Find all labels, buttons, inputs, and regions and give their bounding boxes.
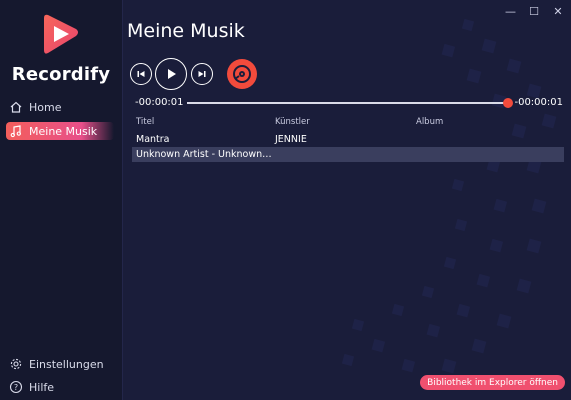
sidebar-item-meine-musik[interactable]: Meine Musik <box>6 122 114 140</box>
vinyl-record-icon <box>233 65 251 83</box>
maximize-button[interactable]: ☐ <box>529 5 539 18</box>
window-controls: — ☐ ✕ <box>505 5 563 18</box>
skip-forward-icon <box>198 71 206 77</box>
sidebar-item-label: Hilfe <box>29 380 55 394</box>
table-row[interactable]: Mantra JENNIE <box>132 132 564 147</box>
cell-title: Mantra <box>136 134 170 145</box>
table-row-selected[interactable]: Unknown Artist - Unknown… <box>132 147 564 162</box>
sidebar-item-label: Einstellungen <box>29 357 104 371</box>
sidebar-item-home[interactable]: Home <box>6 98 114 116</box>
app-name: Recordify <box>11 64 111 85</box>
play-icon <box>168 69 176 79</box>
minimize-button[interactable]: — <box>505 5 516 18</box>
app-logo-icon <box>38 12 82 56</box>
skip-back-icon <box>137 71 145 77</box>
close-button[interactable]: ✕ <box>553 5 563 18</box>
column-header-artist[interactable]: Künstler <box>275 117 310 127</box>
column-header-title[interactable]: Titel <box>136 117 154 127</box>
progress-bar[interactable] <box>187 102 507 104</box>
record-button[interactable] <box>227 59 257 89</box>
sidebar-item-label: Home <box>29 100 62 114</box>
play-button[interactable] <box>155 58 187 90</box>
cell-title: Unknown Artist - Unknown… <box>136 149 272 160</box>
time-elapsed: -00:00:01 <box>135 97 184 108</box>
page-title: Meine Musik <box>127 20 245 42</box>
sidebar-item-einstellungen[interactable]: Einstellungen <box>6 355 114 373</box>
main-panel: — ☐ ✕ Meine Musik -00:00:01 -00:00:01 Ti… <box>123 0 571 400</box>
home-icon <box>9 100 23 114</box>
sidebar: Recordify Home Meine Musik Einstellungen… <box>0 0 123 400</box>
column-header-album[interactable]: Album <box>416 117 443 127</box>
cell-artist: JENNIE <box>275 134 307 145</box>
open-library-button[interactable]: Bibliothek im Explorer öffnen <box>420 375 565 390</box>
background-pattern <box>341 18 557 374</box>
svg-text:?: ? <box>14 383 18 392</box>
next-track-button[interactable] <box>191 63 213 85</box>
time-remaining: -00:00:01 <box>514 97 563 108</box>
previous-track-button[interactable] <box>130 63 152 85</box>
sidebar-item-hilfe[interactable]: ? Hilfe <box>6 378 114 396</box>
progress-knob[interactable] <box>503 98 513 108</box>
music-note-icon <box>9 124 23 138</box>
gear-icon <box>9 357 23 371</box>
help-icon: ? <box>9 380 23 394</box>
sidebar-item-label: Meine Musik <box>29 124 98 138</box>
